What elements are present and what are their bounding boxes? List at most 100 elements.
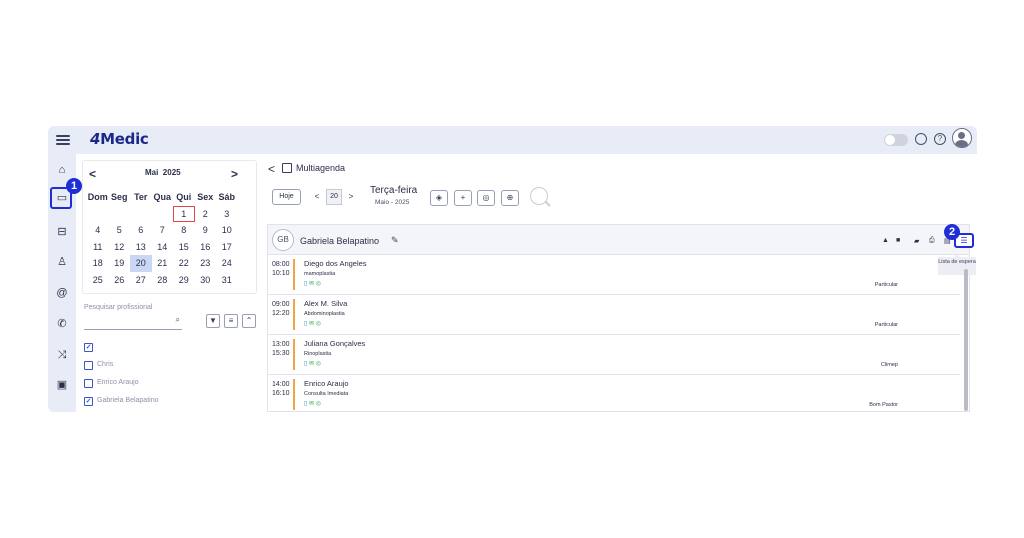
user-avatar[interactable]: [952, 128, 972, 148]
calendar-day[interactable]: 26: [109, 272, 131, 289]
calendar-day[interactable]: 16: [195, 239, 217, 256]
filter-button[interactable]: ▼: [206, 314, 220, 328]
calendar-day[interactable]: 17: [216, 239, 238, 256]
whatsapp-icon[interactable]: ◎: [316, 281, 321, 287]
envelope-icon[interactable]: ✉: [309, 401, 314, 407]
professional-search-input[interactable]: Pesquisar profissional ⌕: [84, 302, 182, 330]
procedure-name: Rinoplastia: [304, 351, 332, 357]
calendar-weekday: Sáb: [218, 192, 235, 202]
search-icon[interactable]: [530, 187, 548, 205]
calendar-next-button[interactable]: >: [231, 167, 238, 181]
lock-icon[interactable]: ▰: [914, 237, 919, 245]
clipboard-icon[interactable]: ▯: [304, 401, 307, 407]
whatsapp-icon[interactable]: ◎: [316, 401, 321, 407]
phone-icon[interactable]: ✆: [54, 316, 70, 332]
calendar-day[interactable]: 3: [216, 206, 238, 223]
block-icon[interactable]: ■: [896, 237, 900, 244]
clipboard-icon[interactable]: ▯: [304, 361, 307, 367]
calendar-day[interactable]: 23: [195, 255, 217, 272]
calendar-icon[interactable]: ▭: [54, 190, 70, 206]
appointment-status-bar: [293, 259, 295, 290]
app-logo[interactable]: 4Medic: [90, 130, 149, 148]
checkbox-checked[interactable]: ✓: [84, 343, 93, 352]
collapse-button[interactable]: ⌃: [242, 314, 256, 328]
calendar-day[interactable]: 31: [216, 272, 238, 289]
calendar-day[interactable]: 6: [130, 222, 152, 239]
whatsapp-icon[interactable]: ◎: [316, 321, 321, 327]
whatsapp-icon[interactable]: ◎: [316, 361, 321, 367]
calendar-day[interactable]: 4: [87, 222, 109, 239]
calendar-day[interactable]: 27: [130, 272, 152, 289]
help-icon[interactable]: ?: [934, 133, 946, 145]
today-button[interactable]: Hoje: [272, 189, 301, 205]
appointment-row[interactable]: 14:00 16:10 Enrico Araujo Consulta Imediata…: [268, 375, 960, 412]
procedure-name: mamoplastia: [304, 271, 336, 277]
warning-icon[interactable]: ▲: [882, 237, 889, 244]
envelope-icon[interactable]: ✉: [309, 321, 314, 327]
patient-name[interactable]: Enrico Araujo: [304, 379, 349, 388]
clipboard-icon[interactable]: ▣: [54, 377, 70, 393]
couch-icon[interactable]: ⊟: [54, 224, 70, 240]
patient-name[interactable]: Alex M. Silva: [304, 299, 347, 308]
calendar-day[interactable]: 1: [173, 205, 195, 222]
patient-name[interactable]: Juliana Gonçalves: [304, 339, 365, 348]
scrollbar[interactable]: [964, 269, 968, 411]
calendar-weekday: Seg: [110, 192, 128, 202]
chat-icon[interactable]: [915, 133, 927, 145]
calendar-day[interactable]: 24: [216, 255, 238, 272]
prev-day-button[interactable]: <: [312, 189, 322, 205]
calendar-empty-cell: [130, 206, 152, 223]
calendar-day[interactable]: 30: [195, 272, 217, 289]
shuffle-icon[interactable]: ⤨: [54, 347, 70, 363]
user-icon[interactable]: ♙: [54, 254, 70, 270]
envelope-icon[interactable]: ✉: [309, 361, 314, 367]
tag-button[interactable]: ◈: [430, 190, 448, 206]
edit-icon[interactable]: ✎: [391, 235, 399, 246]
calendar-day[interactable]: 5: [109, 222, 131, 239]
theme-toggle[interactable]: [884, 134, 908, 146]
home-icon[interactable]: ⌂: [54, 162, 70, 178]
back-button[interactable]: <: [268, 162, 275, 176]
calendar-day[interactable]: 11: [87, 239, 109, 256]
list-view-button[interactable]: ≡: [224, 314, 238, 328]
professional-name: Gabriela Belapatino: [300, 236, 380, 246]
calendar-day[interactable]: 12: [109, 239, 131, 256]
print-icon[interactable]: ⎙: [929, 237, 935, 245]
add-button[interactable]: +: [454, 190, 472, 206]
at-sign-icon[interactable]: @: [54, 285, 70, 301]
calendar-day[interactable]: 15: [173, 239, 195, 256]
whatsapp-button[interactable]: ◎: [477, 190, 495, 206]
calendar-day[interactable]: 18: [87, 255, 109, 272]
calendar-day[interactable]: 9: [195, 222, 217, 239]
clipboard-icon[interactable]: ▯: [304, 321, 307, 327]
calendar-day[interactable]: 8: [173, 222, 195, 239]
appointment-row[interactable]: 09:00 12:20 Alex M. Silva Abdominoplastia ▯ …: [268, 295, 960, 335]
calendar-day[interactable]: 25: [87, 272, 109, 289]
calendar-day[interactable]: 2: [195, 206, 217, 223]
patient-name[interactable]: Diego dos Angeles: [304, 259, 367, 268]
globe-button[interactable]: ⊕: [501, 190, 519, 206]
hamburger-menu-icon[interactable]: [56, 133, 70, 147]
calendar-day[interactable]: 13: [130, 239, 152, 256]
calendar-day[interactable]: 28: [152, 272, 174, 289]
next-day-button[interactable]: >: [346, 189, 356, 205]
calendar-day[interactable]: 7: [152, 222, 174, 239]
checkbox-checked[interactable]: ✓: [84, 397, 93, 406]
calendar-day[interactable]: 22: [173, 255, 195, 272]
calendar-day[interactable]: 14: [152, 239, 174, 256]
calendar-weekday: Qui: [176, 192, 192, 202]
calendar-day[interactable]: 19: [109, 255, 131, 272]
checkbox-unchecked[interactable]: [84, 361, 93, 370]
calendar-day[interactable]: 10: [216, 222, 238, 239]
calendar-day[interactable]: 21: [152, 255, 174, 272]
professional-label: Chris: [97, 361, 114, 368]
calendar-day[interactable]: 29: [173, 272, 195, 289]
appointment-time: 13:00 15:30: [272, 341, 290, 357]
checkbox-unchecked[interactable]: [84, 379, 93, 388]
clipboard-icon[interactable]: ▯: [304, 281, 307, 287]
appointment-row[interactable]: 08:00 10:10 Diego dos Angeles mamoplastia ▯ …: [268, 255, 960, 295]
envelope-icon[interactable]: ✉: [309, 281, 314, 287]
calendar-prev-button[interactable]: <: [89, 167, 96, 181]
appointment-row[interactable]: 13:00 15:30 Juliana Gonçalves Rinoplastia ▯ …: [268, 335, 960, 375]
calendar-day[interactable]: 20: [130, 255, 152, 272]
